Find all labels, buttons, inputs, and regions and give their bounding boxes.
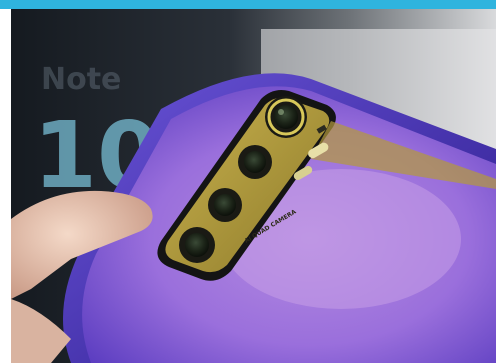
box-word: Note bbox=[41, 62, 121, 97]
lens-3 bbox=[208, 188, 242, 222]
lens-glass bbox=[185, 233, 209, 257]
photo-illustration: Note 10 AI QUAD CAMERA bbox=[11, 9, 496, 363]
lens-4 bbox=[179, 227, 215, 263]
lens-glass bbox=[274, 105, 298, 129]
top-bar bbox=[0, 0, 496, 9]
lens-glass bbox=[214, 194, 236, 216]
main-lens bbox=[265, 96, 307, 138]
phone-photo: Note 10 AI QUAD CAMERA bbox=[11, 9, 496, 363]
lens-highlight bbox=[278, 109, 284, 115]
lens-2 bbox=[238, 145, 272, 179]
lens-glass bbox=[244, 151, 266, 173]
